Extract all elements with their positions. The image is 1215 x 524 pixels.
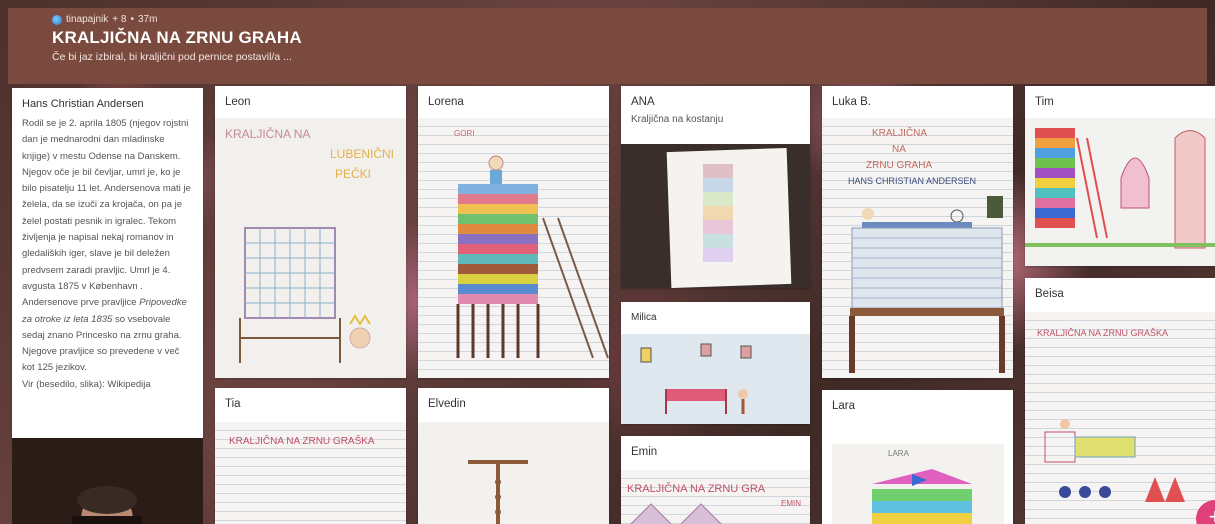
drawing-text: ZRNU GRAHA [866,160,932,171]
drawing-image[interactable] [418,422,609,524]
page-subtitle: Če bi jaz izbiral, bi kraljični pod pern… [52,51,292,63]
post-tia[interactable]: Tia KRALJIČNA NA ZRNU GRAŠKA [215,388,406,524]
drawing-image[interactable]: KRALJIČNA NA ZRNU GRA EMIN [621,470,810,524]
drawing-text: HANS CHRISTIAN ANDERSEN [848,176,976,186]
post-emin[interactable]: Emin KRALJIČNA NA ZRNU GRA EMIN [621,436,810,524]
drawing-text: GORI [454,129,474,138]
drawing-image[interactable]: KRALJIČNA NA ZRNU GRAŠKA [215,422,406,524]
drawing-image[interactable]: KRALJIČNA NA LUBENIČNI PEČKI [215,118,406,378]
intro-paragraph: Rodil se je 2. aprila 1805 (njegov rojst… [22,118,191,292]
author-name[interactable]: tinapajnik [66,14,108,25]
intro-body: Rodil se je 2. aprila 1805 (njegov rojst… [12,116,203,393]
page-title: KRALJIČNA NA ZRNU GRAHA [52,28,302,47]
padlet-header: tinapajnik + 8 • 37m KRALJIČNA NA ZRNU G… [8,8,1207,84]
meta-separator: • [130,14,134,25]
drawing-text: KRALJIČNA [872,126,927,139]
post-meta: tinapajnik + 8 • 37m [52,14,157,25]
intro-source: Vir (besedilo, slika): Wikipedija [22,378,151,390]
drawing-text: KRALJIČNA NA [225,126,310,141]
post-author: ANA [631,96,655,108]
post-luka[interactable]: Luka B. KRALJIČNA NA ZRNU GRAHA HANS CHR… [822,86,1013,378]
post-author: Luka B. [832,96,871,108]
drawing-image[interactable] [621,144,810,288]
post-caption: Kraljična na kostanju [631,114,724,125]
intro-title: Hans Christian Andersen [22,98,144,110]
drawing-text: LARA [888,449,910,458]
drawing-text: EMIN [781,499,801,508]
post-ana[interactable]: ANA Kraljična na kostanju [621,86,810,288]
collaborator-count[interactable]: + 8 [112,14,126,25]
post-author: Lorena [428,96,464,108]
intro-text-start: Andersenove prve pravljice [22,297,137,309]
post-author: Leon [225,96,251,108]
drawing-text: LUBENIČNI [330,146,394,161]
post-author: Beisa [1035,288,1064,300]
post-beisa[interactable]: Beisa KRALJIČNA NA ZRNU GRAŠKA [1025,278,1215,524]
drawing-text: KRALJIČNA NA ZRNU GRA [627,482,766,495]
drawing-image[interactable]: KRALJIČNA NA ZRNU GRAHA HANS CHRISTIAN A… [822,118,1013,378]
post-lorena[interactable]: Lorena GORI [418,86,609,378]
drawing-image[interactable]: GORI [418,118,609,378]
post-author: Elvedin [428,398,466,410]
drawing-image[interactable]: LARA [832,444,1004,524]
post-tim[interactable]: Tim [1025,86,1215,266]
andersen-portrait[interactable] [12,438,203,524]
post-author: Tia [225,398,241,410]
post-leon[interactable]: Leon KRALJIČNA NA LUBENIČNI PEČKI [215,86,406,378]
drawing-image[interactable] [621,334,810,424]
post-lara[interactable]: Lara LARA [822,390,1013,524]
drawing-text: KRALJIČNA NA ZRNU GRAŠKA [229,434,375,447]
intro-post[interactable]: Hans Christian Andersen Rodil se je 2. a… [12,88,203,438]
post-author: Lara [832,400,856,412]
drawing-image[interactable] [1025,118,1215,266]
post-milica[interactable]: Milica [621,302,810,424]
drawing-text: NA [892,144,906,155]
post-author: Emin [631,446,658,458]
globe-icon [52,14,62,25]
drawing-text: PEČKI [335,166,371,181]
intro-paragraph-2: Andersenove prve pravljice Pripovedke za… [22,295,193,376]
post-author: Milica [631,312,657,323]
drawing-text: KRALJIČNA NA ZRNU GRAŠKA [1037,328,1168,338]
post-author: Tim [1035,96,1054,108]
post-time: 37m [137,14,158,25]
drawing-image[interactable]: KRALJIČNA NA ZRNU GRAŠKA [1025,312,1215,524]
post-elvedin[interactable]: Elvedin [418,388,609,524]
